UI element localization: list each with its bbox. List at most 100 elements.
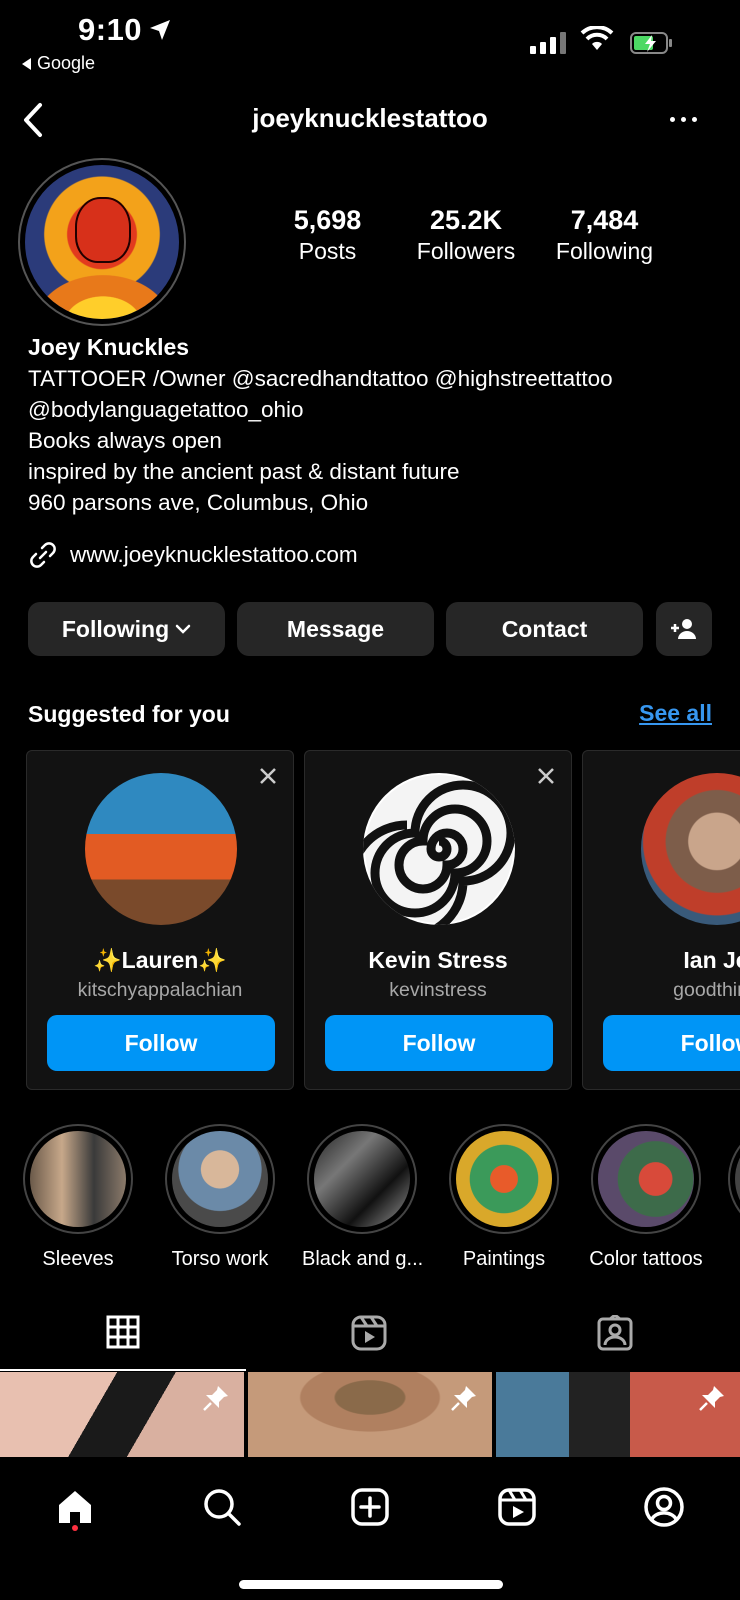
stat-value: 5,698 <box>293 205 362 235</box>
back-triangle-icon <box>22 57 31 70</box>
back-app-label: Google <box>37 53 96 73</box>
avatar-image <box>25 165 179 319</box>
bio-line: TATTOOER /Owner @sacredhandtattoo @highs… <box>28 366 613 391</box>
follow-button[interactable]: Follow <box>603 1015 740 1071</box>
status-bar: 9:10 Google <box>0 0 740 80</box>
story-highlights: Sleeves Torso work Black and g... Painti… <box>0 1124 740 1274</box>
back-to-app[interactable]: Google <box>22 53 95 74</box>
page-title: joeyknucklestattoo <box>252 103 488 133</box>
nav-reels[interactable] <box>487 1477 547 1537</box>
highlight-item[interactable]: Black and g... <box>302 1124 424 1271</box>
stat-followers[interactable]: 25.2K Followers <box>406 205 526 265</box>
tab-posts-grid[interactable] <box>0 1295 246 1371</box>
profile-bio: Joey Knuckles TATTOOER /Owner @sacredhan… <box>28 332 718 518</box>
profile-stats: 5,698 Posts 25.2K Followers 7,484 Follow… <box>270 205 670 275</box>
following-button[interactable]: Following <box>28 602 225 656</box>
see-all-link[interactable]: See all <box>639 700 712 727</box>
profile-name: Joey Knuckles <box>28 334 190 360</box>
grid-icon <box>106 1315 140 1349</box>
avatar[interactable] <box>363 773 515 925</box>
add-post-icon <box>351 1488 389 1526</box>
post-tile[interactable] <box>248 1372 492 1457</box>
search-icon <box>204 1489 241 1526</box>
website-url: www.joeyknucklestattoo.com <box>70 542 358 567</box>
profile-avatar[interactable] <box>18 158 186 326</box>
highlight-label: Torso work <box>171 1248 269 1270</box>
highlight-item[interactable]: Color tattoos <box>586 1124 706 1271</box>
home-indicator <box>239 1580 503 1589</box>
bio-line: 960 parsons ave, Columbus, Ohio <box>28 490 369 515</box>
nav-create[interactable] <box>340 1477 400 1537</box>
bio-line: Books always open <box>28 428 222 453</box>
suggested-name: ✨Lauren✨ <box>93 947 227 973</box>
contact-button[interactable]: Contact <box>446 602 643 656</box>
suggest-people-button[interactable] <box>656 602 712 656</box>
suggested-card[interactable]: Kevin Stress kevinstress Follow <box>304 750 572 1090</box>
reels-icon <box>351 1315 387 1351</box>
highlight-label: Black and g... <box>302 1248 424 1270</box>
suggested-card[interactable]: ✨Lauren✨ kitschyappalachian Follow <box>26 750 294 1090</box>
wifi-icon <box>580 26 614 50</box>
bottom-navigation <box>0 1457 740 1600</box>
suggested-handle: goodthing <box>673 979 740 1001</box>
tab-reels[interactable] <box>246 1295 492 1371</box>
stat-label: Posts <box>298 238 357 264</box>
post-tile[interactable] <box>496 1372 740 1457</box>
suggested-handle: kevinstress <box>389 979 487 1001</box>
location-arrow-icon <box>150 20 170 40</box>
spiral-logo <box>363 775 515 925</box>
follow-button[interactable]: Follow <box>325 1015 553 1071</box>
message-button[interactable]: Message <box>237 602 434 656</box>
website-link[interactable]: www.joeyknucklestattoo.com <box>28 540 358 570</box>
add-person-icon <box>671 619 696 639</box>
suggested-cards: ✨Lauren✨ kitschyappalachian Follow Kevin… <box>26 750 740 1092</box>
profile-tabs <box>0 1295 740 1371</box>
reels-icon <box>498 1488 536 1526</box>
notification-dot <box>72 1525 78 1531</box>
cellular-signal-icon <box>530 32 566 54</box>
bio-line: inspired by the ancient past & distant f… <box>28 459 460 484</box>
avatar[interactable] <box>85 773 237 925</box>
stat-label: Following <box>555 238 654 264</box>
more-options-icon[interactable] <box>670 117 697 122</box>
highlight-item[interactable]: Torso work <box>160 1124 280 1271</box>
highlight-label: Sleeves <box>42 1248 114 1270</box>
bio-line: @bodylanguagetattoo_ohio <box>28 397 304 422</box>
nav-profile[interactable] <box>634 1477 694 1537</box>
profile-actions: Following Message Contact <box>28 602 712 656</box>
home-icon <box>59 1491 91 1523</box>
following-label: Following <box>61 615 170 642</box>
profile-header: joeyknucklestattoo <box>0 95 740 145</box>
status-time: 9:10 <box>78 12 143 47</box>
post-tile[interactable] <box>0 1372 244 1457</box>
link-icon <box>30 542 56 568</box>
follow-button[interactable]: Follow <box>47 1015 275 1071</box>
close-icon[interactable] <box>259 767 277 785</box>
pin-icon <box>451 1386 476 1411</box>
pin-icon <box>699 1386 724 1411</box>
posts-grid <box>0 1372 740 1457</box>
highlight-label: Color tattoos <box>589 1248 703 1270</box>
highlight-item[interactable] <box>728 1124 740 1234</box>
suggested-title: Suggested for you <box>28 701 230 727</box>
highlight-item[interactable]: Paintings <box>444 1124 564 1271</box>
suggested-card[interactable]: Ian Je goodthing Follow <box>582 750 740 1090</box>
profile-icon <box>644 1487 684 1527</box>
stat-value: 7,484 <box>570 205 639 235</box>
close-icon[interactable] <box>537 767 555 785</box>
highlight-item[interactable]: Sleeves <box>18 1124 138 1271</box>
stat-posts[interactable]: 5,698 Posts <box>270 205 385 265</box>
suggested-name: Kevin Stress <box>368 947 508 973</box>
tab-tagged[interactable] <box>492 1295 738 1371</box>
suggested-name: Ian Je <box>683 947 740 973</box>
stat-following[interactable]: 7,484 Following <box>542 205 667 265</box>
pin-icon <box>203 1386 228 1411</box>
battery-icon <box>630 32 672 54</box>
avatar[interactable] <box>641 773 740 925</box>
tagged-icon <box>597 1315 633 1351</box>
stat-value: 25.2K <box>429 205 503 235</box>
nav-search[interactable] <box>192 1477 252 1537</box>
suggested-handle: kitschyappalachian <box>77 979 243 1001</box>
chevron-down-icon <box>175 624 191 634</box>
highlight-label: Paintings <box>462 1248 546 1270</box>
